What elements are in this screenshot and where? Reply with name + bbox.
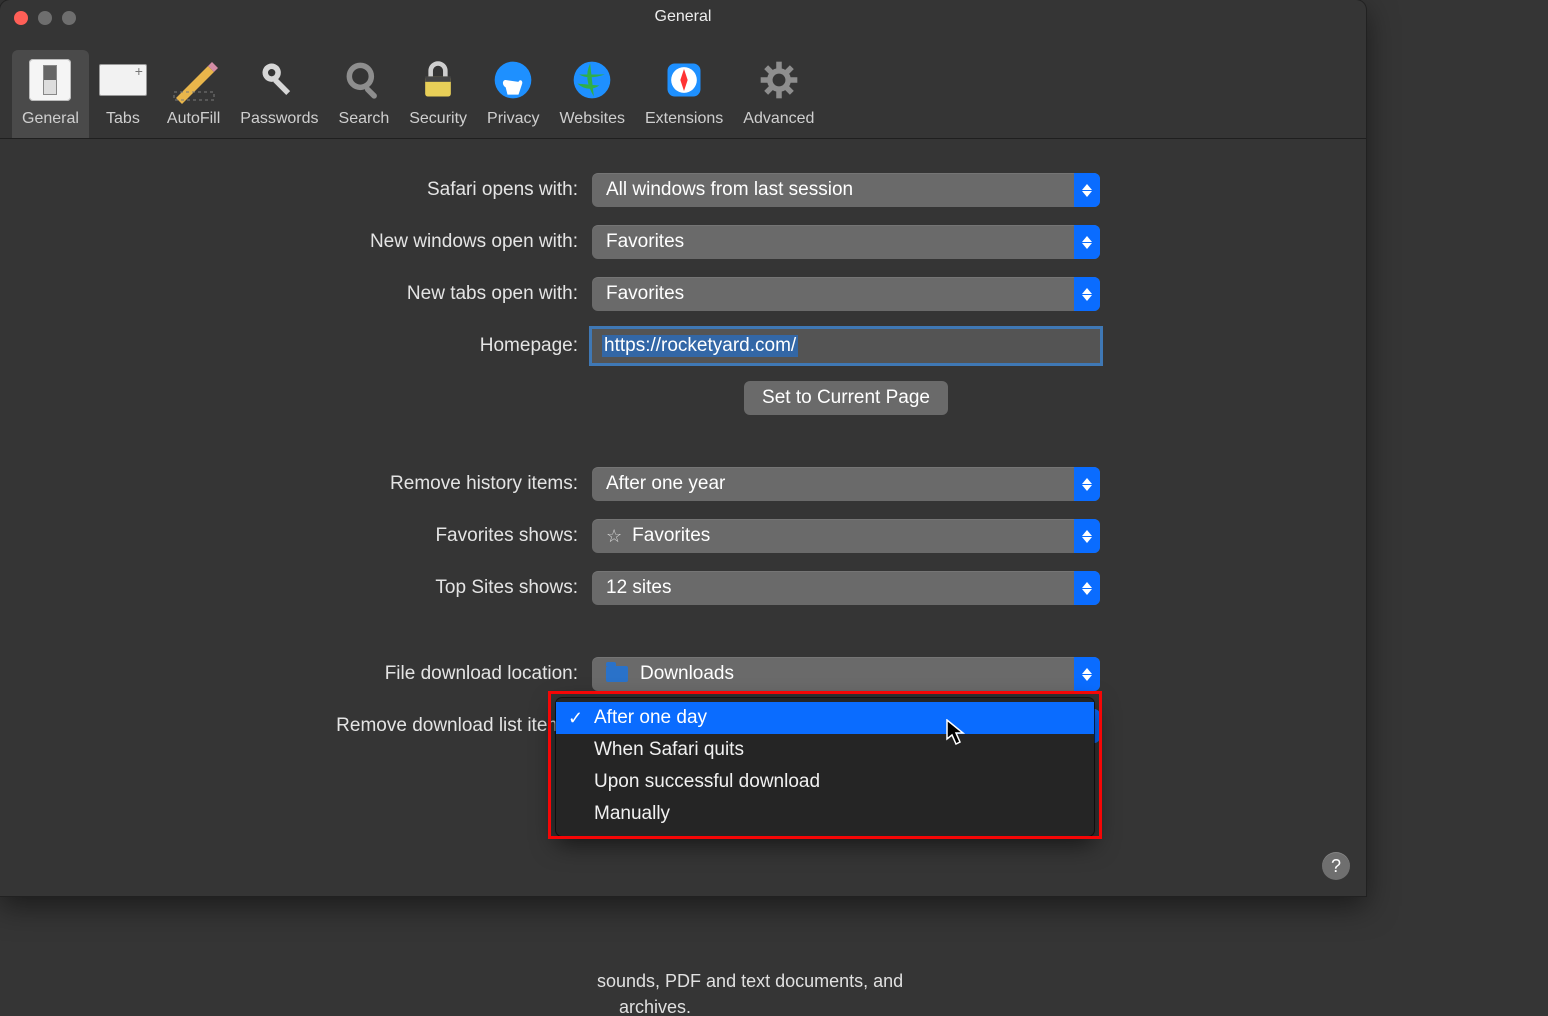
label-safari-opens-with: Safari opens with:: [0, 179, 592, 201]
menu-item-after-one-day[interactable]: After one day: [556, 702, 1094, 734]
tab-general[interactable]: General: [12, 50, 89, 138]
tab-websites-label: Websites: [559, 110, 625, 128]
folder-icon: [606, 666, 628, 682]
star-icon: ☆: [606, 526, 622, 547]
tab-autofill[interactable]: AutoFill: [157, 50, 230, 138]
preferences-window: General General Tabs AutoFill Passwords: [0, 0, 1366, 896]
tabs-icon: [99, 56, 147, 104]
chevron-updown-icon: [1074, 657, 1100, 691]
select-top-sites-value: 12 sites: [606, 577, 671, 599]
lock-icon: [414, 56, 462, 104]
label-remove-history: Remove history items:: [0, 473, 592, 495]
tab-privacy-label: Privacy: [487, 110, 539, 128]
set-current-page-label: Set to Current Page: [762, 387, 930, 409]
menu-item-when-safari-quits[interactable]: When Safari quits: [556, 734, 1094, 766]
chevron-updown-icon: [1074, 277, 1100, 311]
tab-general-label: General: [22, 110, 79, 128]
label-download-location: File download location:: [0, 663, 592, 685]
chevron-updown-icon: [1074, 225, 1100, 259]
select-new-windows[interactable]: Favorites: [592, 225, 1100, 259]
label-new-windows: New windows open with:: [0, 231, 592, 253]
tab-search[interactable]: Search: [329, 50, 400, 138]
chevron-updown-icon: [1074, 519, 1100, 553]
label-homepage: Homepage:: [0, 335, 592, 357]
help-button[interactable]: ?: [1322, 852, 1350, 880]
tab-extensions-label: Extensions: [645, 110, 723, 128]
select-safari-opens-with-value: All windows from last session: [606, 179, 853, 201]
select-safari-opens-with[interactable]: All windows from last session: [592, 173, 1100, 207]
tab-extensions[interactable]: Extensions: [635, 50, 733, 138]
privacy-icon: [489, 56, 537, 104]
tab-tabs-label: Tabs: [106, 110, 140, 128]
remove-downloads-menu[interactable]: After one day When Safari quits Upon suc…: [556, 698, 1094, 836]
tab-passwords-label: Passwords: [240, 110, 318, 128]
tab-websites[interactable]: Websites: [549, 50, 635, 138]
general-pane: Safari opens with: All windows from last…: [0, 139, 1366, 935]
chevron-updown-icon: [1074, 467, 1100, 501]
select-top-sites[interactable]: 12 sites: [592, 571, 1100, 605]
general-icon: [26, 56, 74, 104]
key-icon: [255, 56, 303, 104]
tab-advanced[interactable]: Advanced: [733, 50, 824, 138]
label-top-sites: Top Sites shows:: [0, 577, 592, 599]
preferences-toolbar: General Tabs AutoFill Passwords Search: [0, 35, 1366, 139]
select-favorites-shows-value: Favorites: [632, 525, 710, 547]
tab-security-label: Security: [409, 110, 467, 128]
titlebar: General: [0, 0, 1366, 35]
tab-privacy[interactable]: Privacy: [477, 50, 549, 138]
tab-search-label: Search: [339, 110, 390, 128]
select-favorites-shows[interactable]: ☆ Favorites: [592, 519, 1100, 553]
select-new-tabs-value: Favorites: [606, 283, 684, 305]
tab-autofill-label: AutoFill: [167, 110, 220, 128]
select-new-windows-value: Favorites: [606, 231, 684, 253]
tab-tabs[interactable]: Tabs: [89, 50, 157, 138]
safe-files-description-line2: archives.: [619, 997, 691, 1016]
label-favorites-shows: Favorites shows:: [0, 525, 592, 547]
search-icon: [340, 56, 388, 104]
chevron-updown-icon: [1074, 173, 1100, 207]
set-current-page-button[interactable]: Set to Current Page: [744, 381, 948, 415]
chevron-updown-icon: [1074, 571, 1100, 605]
label-remove-downloads: Remove download list items:: [0, 715, 592, 737]
menu-item-manually[interactable]: Manually: [556, 798, 1094, 830]
input-homepage[interactable]: https://rocketyard.com/: [592, 329, 1100, 363]
autofill-icon: [170, 56, 218, 104]
menu-item-upon-successful-download[interactable]: Upon successful download: [556, 766, 1094, 798]
extensions-icon: [660, 56, 708, 104]
tab-security[interactable]: Security: [399, 50, 477, 138]
window-title: General: [0, 8, 1366, 26]
help-icon: ?: [1331, 856, 1341, 877]
select-remove-history[interactable]: After one year: [592, 467, 1100, 501]
safe-files-description-line: sounds, PDF and text documents, and: [597, 971, 903, 992]
tab-passwords[interactable]: Passwords: [230, 50, 328, 138]
select-download-location[interactable]: Downloads: [592, 657, 1100, 691]
select-new-tabs[interactable]: Favorites: [592, 277, 1100, 311]
gear-icon: [755, 56, 803, 104]
tab-advanced-label: Advanced: [743, 110, 814, 128]
select-remove-history-value: After one year: [606, 473, 725, 495]
input-homepage-value: https://rocketyard.com/: [602, 335, 798, 357]
globe-icon: [568, 56, 616, 104]
select-download-location-value: Downloads: [640, 663, 734, 685]
label-new-tabs: New tabs open with:: [0, 283, 592, 305]
